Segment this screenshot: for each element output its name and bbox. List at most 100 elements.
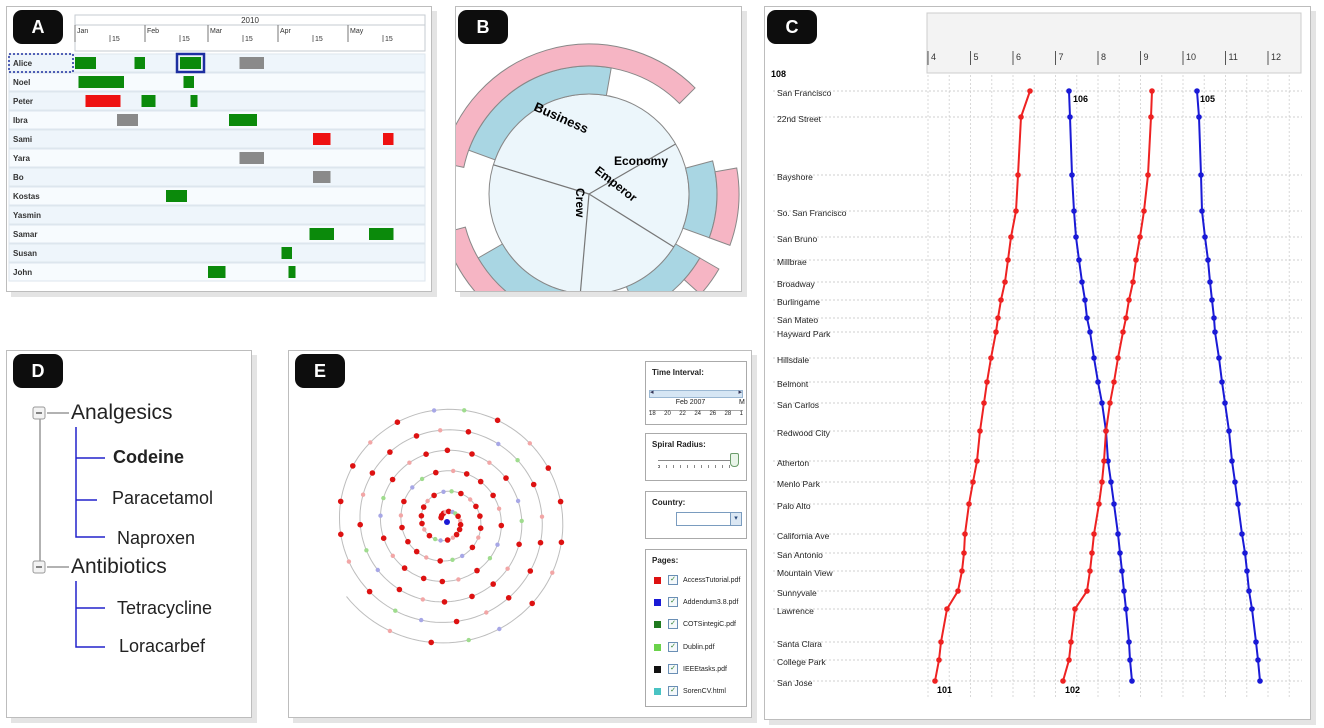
station-label: Palo Alto (777, 501, 811, 511)
tree-leaf-paracetamol[interactable]: Paracetamol (112, 488, 213, 509)
page-visit-dot (449, 489, 454, 494)
page-visit-dot (350, 463, 356, 469)
page-visit-dot (405, 538, 411, 545)
tree-leaf-loracarbef[interactable]: Loracarbef (119, 636, 205, 657)
spiral-chart (337, 408, 565, 646)
timeline-event-bar (208, 266, 226, 278)
train-stop-dot (1018, 114, 1024, 120)
country-control: Country: ▾ (645, 491, 747, 539)
timeline-row (8, 167, 426, 187)
page-visit-dot (422, 527, 427, 532)
page-visit-dot (477, 478, 484, 485)
checkbox-checked-icon[interactable]: ✓ (668, 642, 678, 652)
timeline-event-bar (183, 76, 194, 88)
timeline-row (8, 110, 426, 130)
checkbox-checked-icon[interactable]: ✓ (668, 664, 678, 674)
page-visit-dot (490, 492, 496, 499)
row-label: Kostas (13, 192, 40, 201)
checkbox-checked-icon[interactable]: ✓ (668, 575, 678, 585)
train-stop-dot (1257, 678, 1263, 684)
page-visit-dot (444, 537, 451, 543)
train-stop-dot (1076, 257, 1082, 263)
train-stop-dot (1067, 114, 1073, 120)
spiral-radius-track[interactable] (658, 460, 732, 461)
page-visit-dot (338, 531, 344, 538)
train-stop-dot (955, 588, 961, 594)
panel-c-badge: C (767, 10, 817, 44)
page-visit-dot (390, 553, 395, 558)
train-stop-dot (1013, 208, 1019, 214)
timeline-event-bar (383, 133, 394, 145)
checkbox-checked-icon[interactable]: ✓ (668, 619, 678, 629)
page-item[interactable]: ✓ SorenCV.html (654, 685, 726, 697)
page-visit-dot (360, 492, 366, 497)
page-visit-dot (378, 513, 383, 518)
train-stop-dot (1120, 329, 1126, 335)
tree-node-antibiotics[interactable]: Antibiotics (71, 555, 167, 579)
train-stop-dot (1194, 88, 1200, 94)
page-visit-dot (424, 555, 429, 560)
day-tick: 28 (724, 411, 732, 417)
train-stop-dot (998, 297, 1004, 303)
page-visit-dot (419, 476, 425, 482)
page-item[interactable]: ✓ COTSintegiC.pdf (654, 618, 736, 630)
page-visit-dot (456, 577, 461, 582)
timeline-row (8, 148, 426, 168)
train-stop-dot (1255, 657, 1261, 663)
panel-a-badge: A (13, 10, 63, 44)
page-item[interactable]: ✓ IEEEtasks.pdf (654, 663, 727, 675)
route-label: 101 (937, 685, 952, 695)
time-scroll-bar[interactable]: ◂ ▸ (649, 388, 743, 398)
scroll-left-icon[interactable]: ◂ (650, 388, 654, 396)
page-item-label: Dublin.pdf (683, 643, 715, 651)
station-label: Santa Clara (777, 639, 822, 649)
scroll-right-icon[interactable]: ▸ (738, 388, 742, 396)
page-item[interactable]: ✓ Addendum3.8.pdf (654, 596, 738, 608)
chevron-down-icon[interactable]: ▾ (730, 513, 741, 525)
spiral-radius-thumb[interactable] (730, 453, 739, 467)
page-visit-dot (539, 514, 545, 519)
page-visit-dot (380, 535, 387, 541)
tree-node-analgesics[interactable]: Analgesics (71, 401, 173, 425)
month-label: May (350, 28, 364, 35)
timeline-event-bar (281, 247, 292, 259)
station-label: Belmont (777, 379, 809, 389)
country-select[interactable]: ▾ (676, 512, 742, 526)
station-label: San Mateo (777, 315, 818, 325)
page-visit-dot (462, 408, 467, 413)
page-visit-dot (423, 451, 429, 457)
train-stop-dot (1148, 114, 1154, 120)
train-stop-dot (1005, 257, 1011, 263)
train-stop-dot (938, 639, 944, 645)
day-tick-label: 15 (315, 36, 323, 43)
train-stop-dot (1073, 234, 1079, 240)
page-visit-dot (503, 475, 509, 481)
tree-leaf-tetracycline[interactable]: Tetracycline (117, 598, 212, 619)
row-label: Noel (13, 78, 30, 87)
station-label: Broadway (777, 279, 816, 289)
timeline-event-bar (190, 95, 198, 107)
train-stop-dot (1071, 208, 1077, 214)
page-visit-dot (558, 539, 565, 546)
train-stop-dot (1198, 172, 1204, 178)
x-tick-label: 11 (1229, 52, 1238, 62)
timeline-event-bar (134, 57, 145, 69)
checkbox-checked-icon[interactable]: ✓ (668, 597, 678, 607)
timeline-event-bar (229, 114, 257, 126)
page-visit-dot (418, 513, 425, 519)
page-visit-dot (469, 451, 475, 457)
page-item[interactable]: ✓ Dublin.pdf (654, 641, 715, 653)
x-tick-label: 5 (974, 52, 979, 62)
page-item[interactable]: ✓ AccessTutorial.pdf (654, 574, 740, 586)
page-item-label: AccessTutorial.pdf (683, 576, 741, 584)
page-visit-dot (496, 506, 502, 511)
train-stop-dot (1111, 501, 1117, 507)
train-stop-dot (1121, 588, 1127, 594)
station-label: Atherton (777, 458, 809, 468)
page-visit-dot (433, 469, 439, 476)
train-stop-dot (981, 400, 987, 406)
tree-leaf-codeine[interactable]: Codeine (113, 447, 184, 468)
page-visit-dot (337, 498, 344, 505)
checkbox-checked-icon[interactable]: ✓ (668, 686, 678, 696)
tree-leaf-naproxen[interactable]: Naproxen (117, 528, 195, 549)
